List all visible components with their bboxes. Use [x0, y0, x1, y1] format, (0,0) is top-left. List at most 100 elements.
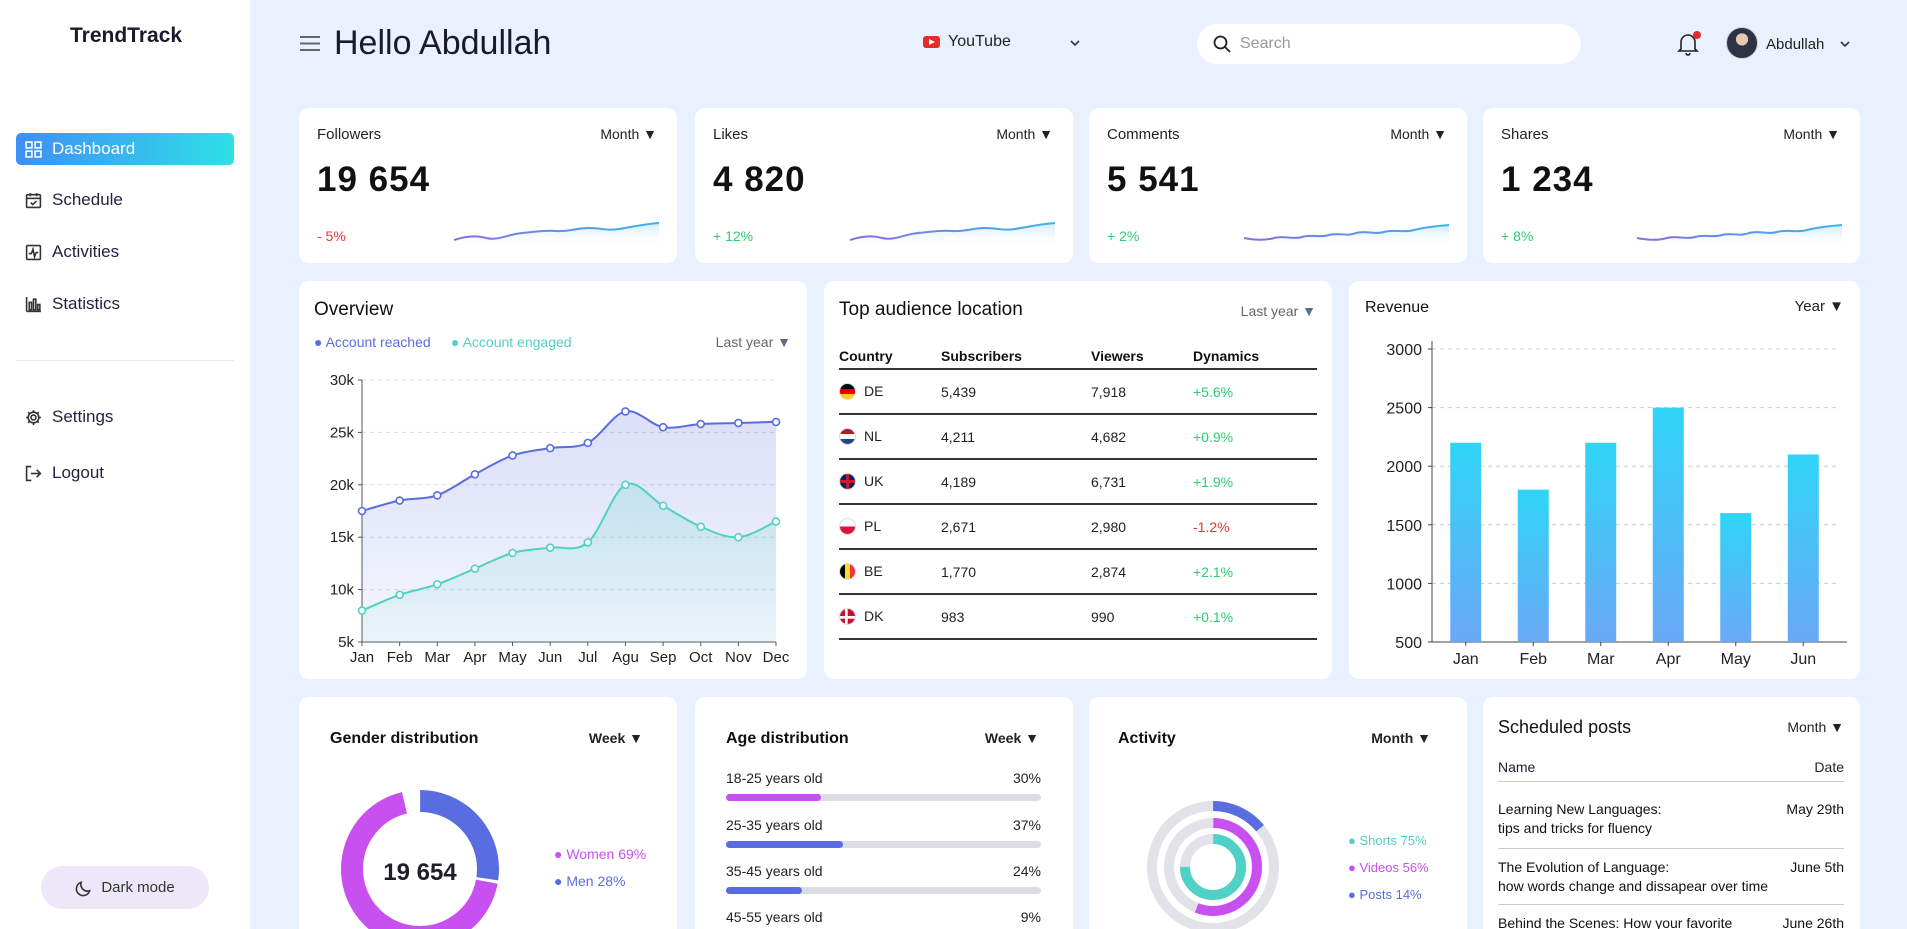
post-date: May 29th — [1786, 801, 1844, 817]
activity-radial-chart — [1147, 801, 1279, 929]
legend-posts: ● Posts 14% — [1348, 887, 1422, 902]
age-percent: 9% — [1020, 909, 1041, 925]
period-dropdown[interactable]: Month ▼ — [1390, 126, 1447, 142]
sidebar-item-settings[interactable]: Settings — [16, 401, 234, 433]
poland-flag-icon — [839, 518, 856, 536]
age-percent: 24% — [1012, 863, 1041, 879]
sidebar-item-label: Logout — [52, 463, 104, 482]
sidebar-item-schedule[interactable]: Schedule — [16, 184, 234, 216]
chevron-down-icon[interactable] — [1838, 37, 1852, 51]
col-country: Country — [839, 343, 941, 370]
activity-icon — [25, 244, 42, 260]
country-code: PL — [864, 517, 882, 534]
revenue-bar-chart: 500 1000 1500 2000 2500 3000 Jan Feb Mar Apr May Ju… — [1386, 341, 1847, 668]
period-dropdown[interactable]: Month ▼ — [600, 126, 657, 142]
app-logo: TrendTrack — [70, 24, 183, 47]
stat-change: + 12% — [713, 228, 754, 244]
posts-period-dropdown[interactable]: Month ▼ — [1787, 719, 1844, 735]
menu-icon[interactable] — [300, 35, 320, 52]
y-tick-label: 500 — [1395, 635, 1422, 652]
legend-shorts: ● Shorts 75% — [1348, 833, 1427, 848]
y-tick-label: 3000 — [1386, 342, 1422, 359]
sidebar-divider — [16, 360, 234, 361]
post-item[interactable]: Learning New Languages: tips and tricks … — [1498, 801, 1844, 849]
country-code: NL — [864, 427, 882, 444]
sidebar-item-activities[interactable]: Activities — [16, 236, 234, 268]
y-tick-label: 15k — [330, 529, 355, 546]
age-bar-fill — [726, 887, 802, 894]
data-point — [432, 580, 442, 589]
sidebar-item-logout[interactable]: Logout — [16, 457, 234, 489]
dynamics-value: -1.2% — [1193, 504, 1317, 550]
post-item[interactable]: Behind the Scenes: How your favorite Jun… — [1498, 915, 1844, 929]
revenue-bar — [1652, 407, 1684, 642]
location-period-dropdown[interactable]: Last year ▼ — [1241, 303, 1316, 319]
stat-value: 4 820 — [713, 160, 806, 199]
period-dropdown[interactable]: Month ▼ — [1783, 126, 1840, 142]
avatar[interactable] — [1726, 27, 1758, 59]
age-bar-track — [726, 841, 1041, 848]
stat-card-shares: Shares Month ▼ 1 234 + 8% — [1483, 108, 1860, 263]
activity-period-dropdown[interactable]: Month ▼ — [1371, 730, 1431, 746]
y-tick-label: 20k — [330, 477, 355, 494]
age-bar-track — [726, 887, 1041, 894]
subscribers-value: 2,671 — [941, 504, 1091, 550]
sidebar-item-dashboard[interactable]: Dashboard — [16, 133, 234, 165]
table-row: NL 4,211 4,682 +0.9% — [839, 414, 1317, 460]
age-bar-row: 18-25 years old 30% — [726, 770, 1041, 801]
sidebar-item-label: Activities — [52, 242, 120, 261]
stat-title: Comments — [1107, 126, 1180, 143]
chevron-down-icon[interactable] — [1068, 36, 1082, 50]
uk-flag-icon — [839, 473, 856, 491]
scheduled-posts-card: Scheduled posts Month ▼ Name Date Learni… — [1483, 697, 1860, 929]
sidebar-item-statistics[interactable]: Statistics — [16, 288, 234, 320]
data-point — [621, 407, 630, 416]
stat-value: 19 654 — [317, 160, 431, 199]
x-tick-label: Jul — [578, 649, 597, 666]
location-title: Top audience location — [839, 299, 1023, 320]
stat-change: - 5% — [317, 228, 346, 244]
platform-label: YouTube — [948, 33, 1011, 50]
x-tick-label: Dec — [763, 649, 790, 666]
data-point — [696, 419, 706, 429]
age-label: 25-35 years old — [726, 817, 823, 833]
platform-select[interactable]: YouTube — [923, 33, 1011, 51]
period-dropdown[interactable]: Month ▼ — [996, 126, 1053, 142]
y-tick-label: 1000 — [1386, 576, 1422, 593]
sparkline — [454, 222, 659, 248]
revenue-bar — [1720, 513, 1752, 642]
revenue-card: Revenue Year ▼ 500 1000 1500 2000 2500 3000 Ja… — [1349, 281, 1860, 679]
x-tick-label: Apr — [1656, 651, 1682, 668]
post-subtitle: how words change and dissapear over time — [1498, 878, 1769, 894]
user-name[interactable]: Abdullah — [1766, 36, 1824, 53]
age-label: 18-25 years old — [726, 770, 823, 786]
age-percent: 30% — [1012, 770, 1041, 786]
x-tick-label: Jun — [1790, 651, 1816, 668]
x-tick-label: Oct — [689, 649, 713, 666]
country-code: BE — [864, 562, 883, 579]
stat-title: Shares — [1501, 126, 1549, 143]
col-date: Date — [1814, 759, 1844, 775]
data-point — [583, 438, 593, 448]
gender-period-dropdown[interactable]: Week ▼ — [589, 730, 643, 746]
data-point — [545, 543, 555, 552]
y-tick-label: 30k — [330, 372, 355, 389]
age-period-dropdown[interactable]: Week ▼ — [985, 730, 1039, 746]
sidebar-item-label: Settings — [52, 407, 114, 426]
col-name: Name — [1498, 759, 1536, 775]
x-tick-label: Mar — [424, 649, 450, 666]
dark-mode-toggle[interactable]: Dark mode — [41, 866, 209, 909]
search-input[interactable] — [1240, 35, 1560, 53]
post-item[interactable]: The Evolution of Language: how words cha… — [1498, 859, 1844, 905]
viewers-value: 2,874 — [1091, 549, 1193, 595]
netherlands-flag-icon — [839, 428, 856, 446]
y-tick-label: 10k — [330, 582, 355, 599]
stat-change: + 8% — [1501, 228, 1534, 244]
age-bar-row: 45-55 years old 9% — [726, 909, 1041, 929]
data-point — [658, 501, 668, 511]
sidebar-item-label: Statistics — [52, 294, 121, 313]
table-row: PL 2,671 2,980 -1.2% — [839, 504, 1317, 550]
col-subscribers: Subscribers — [941, 343, 1091, 370]
dynamics-value: +0.9% — [1193, 414, 1317, 460]
location-period-label: Last year — [1240, 303, 1299, 319]
